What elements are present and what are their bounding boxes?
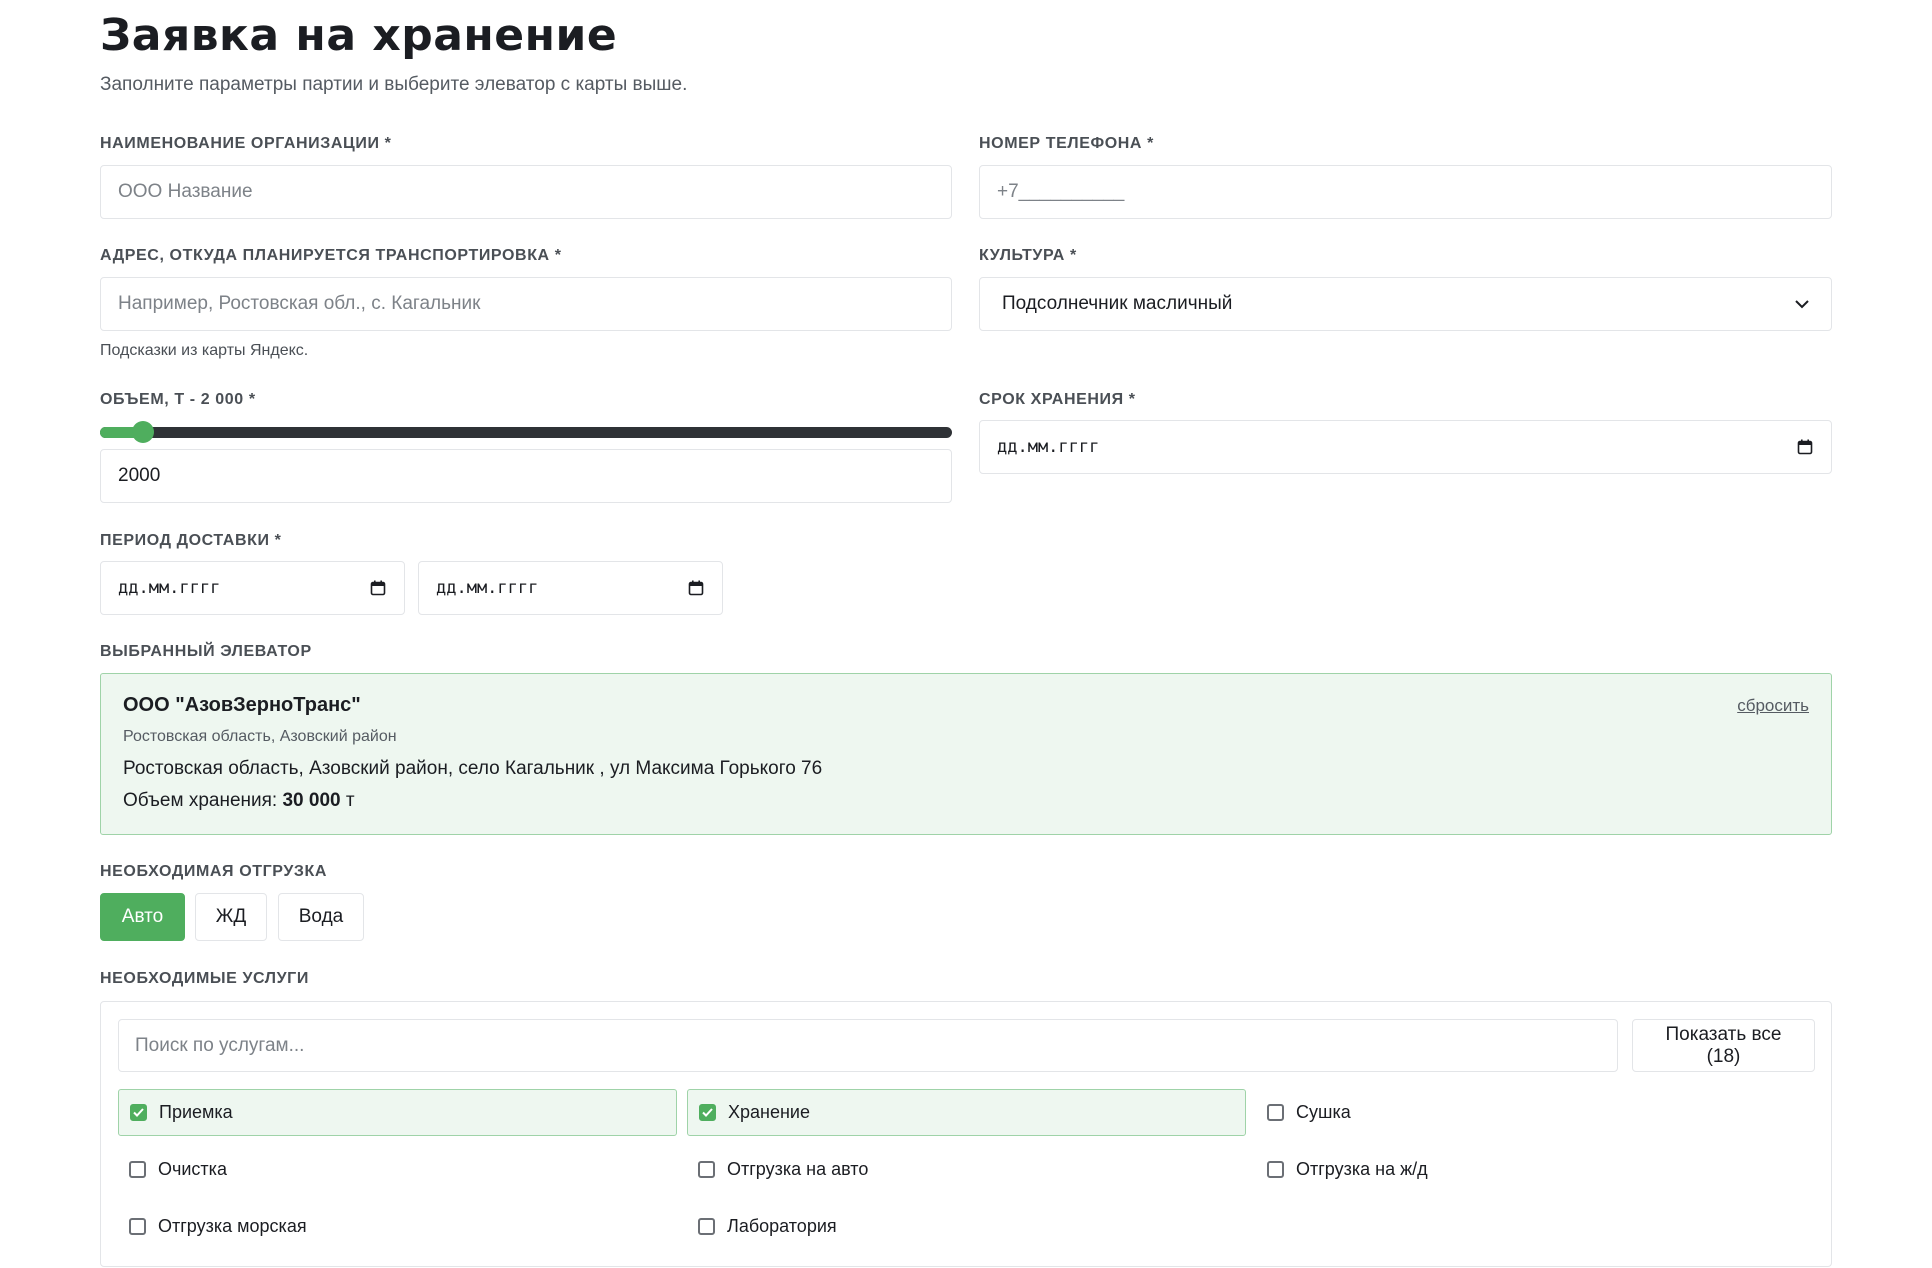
delivery-from-placeholder: дд.мм.гггг	[118, 578, 221, 598]
culture-selected-value: Подсолнечник масличный	[1002, 293, 1233, 314]
checkbox-icon[interactable]	[129, 1161, 146, 1178]
shipment-option-rail[interactable]: ЖД	[195, 893, 267, 941]
calendar-icon[interactable]	[370, 580, 386, 596]
org-label: НАИМЕНОВАНИЕ ОРГАНИЗАЦИИ *	[100, 135, 392, 152]
storage-term-label: СРОК ХРАНЕНИЯ *	[979, 391, 1136, 408]
elevator-volume-prefix: Объем хранения:	[123, 790, 278, 811]
delivery-to-date-input[interactable]: дд.мм.гггг	[418, 561, 723, 615]
checkbox-checked-icon[interactable]	[130, 1104, 147, 1121]
checkbox-icon[interactable]	[1267, 1161, 1284, 1178]
checkbox-icon[interactable]	[698, 1218, 715, 1235]
volume-label: ОБЪЕМ, Т - 2 000 *	[100, 391, 256, 408]
service-option-drying[interactable]: Сушка	[1256, 1089, 1815, 1136]
service-label: Сушка	[1296, 1102, 1351, 1122]
services-search-input[interactable]: Поиск по услугам...	[118, 1019, 1618, 1072]
shipment-option-auto[interactable]: Авто	[100, 893, 185, 941]
org-input[interactable]: ООО Название	[100, 165, 952, 219]
delivery-to-placeholder: дд.мм.гггг	[436, 578, 539, 598]
service-option-sea-shipment[interactable]: Отгрузка морская	[118, 1203, 677, 1250]
service-label: Отгрузка морская	[158, 1216, 307, 1236]
address-input[interactable]: Например, Ростовская обл., с. Кагальник	[100, 277, 952, 331]
services-label: НЕОБХОДИМЫЕ УСЛУГИ	[100, 970, 309, 987]
address-label: АДРЕС, ОТКУДА ПЛАНИРУЕТСЯ ТРАНСПОРТИРОВК…	[100, 247, 562, 264]
phone-input[interactable]: +7__________	[979, 165, 1832, 219]
elevator-label: ВЫБРАННЫЙ ЭЛЕВАТОР	[100, 643, 312, 660]
service-option-rail-shipment[interactable]: Отгрузка на ж/д	[1256, 1146, 1815, 1193]
service-option-laboratory[interactable]: Лаборатория	[687, 1203, 1246, 1250]
elevator-name: ООО "АзовЗерноТранс"	[123, 694, 361, 716]
service-option-priemka[interactable]: Приемка	[118, 1089, 677, 1136]
culture-select[interactable]: Подсолнечник масличный	[979, 277, 1832, 331]
chevron-down-icon	[1795, 300, 1809, 309]
checkbox-checked-icon[interactable]	[699, 1104, 716, 1121]
elevator-address: Ростовская область, Азовский район, село…	[123, 758, 823, 779]
service-label: Хранение	[728, 1102, 810, 1122]
shipment-label: НЕОБХОДИМАЯ ОТГРУЗКА	[100, 863, 328, 880]
delivery-label: ПЕРИОД ДОСТАВКИ *	[100, 532, 282, 549]
volume-slider[interactable]	[100, 421, 952, 443]
service-label: Приемка	[159, 1102, 233, 1122]
calendar-icon[interactable]	[1797, 439, 1813, 455]
elevator-volume-unit: т	[345, 790, 355, 811]
volume-input[interactable]: 2000	[100, 449, 952, 503]
service-label: Отгрузка на авто	[727, 1159, 869, 1179]
shipment-option-water[interactable]: Вода	[278, 893, 364, 941]
culture-label: КУЛЬТУРА *	[979, 247, 1077, 264]
calendar-icon[interactable]	[688, 580, 704, 596]
reset-elevator-link[interactable]: сбросить	[1737, 696, 1809, 716]
service-option-auto-shipment[interactable]: Отгрузка на авто	[687, 1146, 1246, 1193]
address-hint: Подсказки из карты Яндекс.	[100, 342, 309, 359]
service-option-storage[interactable]: Хранение	[687, 1089, 1246, 1136]
service-label: Отгрузка на ж/д	[1296, 1159, 1428, 1179]
storage-term-date-input[interactable]: дд.мм.гггг	[979, 420, 1832, 474]
selected-elevator-card: ООО "АзовЗерноТранс" Ростовская область,…	[100, 673, 1832, 835]
page-title: Заявка на хранение	[100, 10, 618, 61]
storage-request-page: Заявка на хранение Заполните параметры п…	[0, 0, 1932, 1268]
checkbox-icon[interactable]	[129, 1218, 146, 1235]
storage-term-placeholder: дд.мм.гггг	[997, 437, 1100, 457]
volume-slider-thumb[interactable]	[131, 421, 154, 443]
show-all-label: Показать все	[1665, 1023, 1782, 1045]
checkbox-icon[interactable]	[1267, 1104, 1284, 1121]
phone-label: НОМЕР ТЕЛЕФОНА *	[979, 135, 1154, 152]
show-all-services-button[interactable]: Показать все (18)	[1632, 1019, 1815, 1072]
service-option-cleaning[interactable]: Очистка	[118, 1146, 677, 1193]
delivery-from-date-input[interactable]: дд.мм.гггг	[100, 561, 405, 615]
elevator-region: Ростовская область, Азовский район	[123, 728, 397, 745]
page-subtitle: Заполните параметры партии и выберите эл…	[100, 74, 688, 95]
elevator-volume: Объем хранения: 30 000 т	[123, 790, 355, 812]
checkbox-icon[interactable]	[698, 1161, 715, 1178]
show-all-count: (18)	[1706, 1045, 1741, 1067]
service-label: Лаборатория	[727, 1216, 837, 1236]
elevator-volume-value: 30 000	[282, 790, 341, 811]
service-label: Очистка	[158, 1159, 227, 1179]
services-panel: Поиск по услугам... Показать все (18) Пр…	[100, 1001, 1832, 1267]
